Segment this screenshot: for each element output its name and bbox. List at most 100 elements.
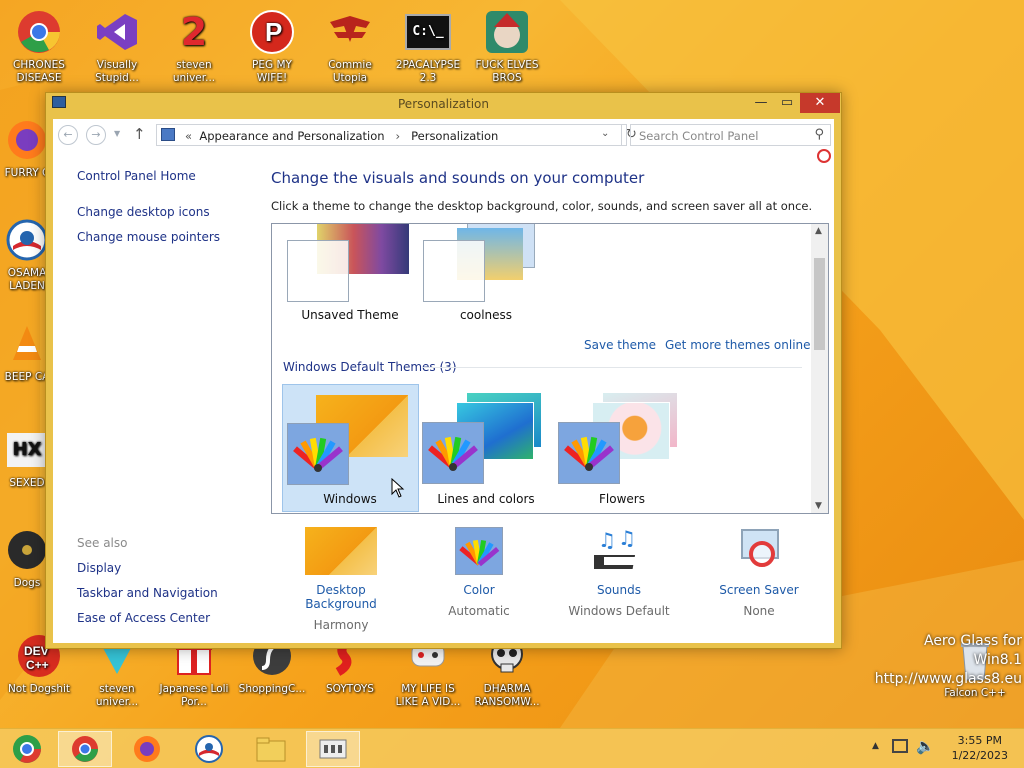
change-desktop-icons-link[interactable]: Change desktop icons — [77, 205, 210, 219]
start-button[interactable] — [0, 731, 54, 767]
theme-color-swatch — [558, 422, 620, 484]
theme-list-scrollbar[interactable]: ▲ ▼ — [811, 224, 828, 513]
window-title: Personalization — [398, 97, 489, 111]
address-control-panel-icon — [161, 128, 175, 141]
back-arrow-icon[interactable]: ← — [58, 125, 78, 145]
taskbar-navigation-link[interactable]: Taskbar and Navigation — [77, 586, 218, 600]
firefox-icon — [3, 116, 51, 164]
title-bar[interactable]: Personalization — ▭ ✕ — [46, 93, 841, 115]
sounds-setting[interactable]: ♫ ♫ Sounds Windows Default — [559, 526, 679, 618]
change-mouse-pointers-link[interactable]: Change mouse pointers — [77, 230, 220, 244]
taskbar-chrome[interactable] — [58, 731, 112, 767]
system-clock[interactable]: 3:55 PM 1/22/2023 — [952, 733, 1008, 763]
color-fan-icon — [293, 437, 343, 472]
desktop-background-setting[interactable]: Desktop Background Harmony — [281, 527, 401, 632]
folder-icon — [256, 737, 286, 762]
forward-arrow-icon[interactable]: → — [86, 125, 106, 145]
minimize-button[interactable]: — — [748, 93, 774, 113]
chevron-down-icon[interactable]: ⌄ — [601, 128, 609, 139]
search-icon[interactable]: ⚲ — [814, 127, 824, 142]
theme-name-flowers[interactable]: Flowers — [554, 492, 690, 506]
color-swatch-icon — [455, 527, 503, 575]
svg-text:C++: C++ — [26, 658, 49, 672]
cmd-icon: C:\_ — [404, 8, 452, 56]
breadcrumb-separator: › — [395, 129, 401, 143]
taskbar-control-panel[interactable] — [306, 731, 360, 767]
mouse-cursor-icon — [391, 478, 405, 498]
desktop-icon-visual-studio[interactable]: Visually Stupid... — [82, 8, 152, 85]
theme-color-swatch — [287, 240, 349, 302]
see-also-heading: See also — [77, 536, 128, 550]
aero-glass-watermark: Aero Glass for Win8.1 http://www.glass8.… — [874, 633, 1022, 687]
svg-text:♫: ♫ — [618, 527, 636, 550]
network-icon[interactable] — [892, 739, 908, 753]
address-overflow[interactable]: « — [185, 129, 192, 143]
svg-text:♫: ♫ — [598, 528, 616, 552]
scroll-up-icon[interactable]: ▲ — [815, 226, 822, 236]
visual-studio-icon — [93, 8, 141, 56]
display-link[interactable]: Display — [77, 561, 121, 575]
screen-saver-setting[interactable]: Screen Saver None — [699, 527, 819, 618]
address-bar[interactable]: « Appearance and Personalization › Perso… — [156, 124, 637, 146]
scroll-down-icon[interactable]: ▼ — [815, 501, 822, 511]
hex-icon: HX — [3, 426, 51, 474]
taskbar: ▲ 🔈 3:55 PM 1/22/2023 — [0, 728, 1024, 768]
taskbar-file-explorer[interactable] — [244, 731, 298, 767]
theme-unsaved[interactable] — [287, 224, 424, 314]
desktop-icon-chrome[interactable]: CHRONES DISEASE — [4, 8, 74, 85]
maximize-button[interactable]: ▭ — [774, 93, 800, 113]
obama-icon — [195, 735, 223, 763]
desktop-icon-elves[interactable]: FUCK ELVES BROS — [472, 8, 542, 85]
breadcrumb-appearance[interactable]: Appearance and Personalization — [199, 129, 384, 143]
theme-coolness[interactable] — [423, 224, 560, 314]
vlc-icon — [3, 320, 51, 368]
taskbar-obama[interactable] — [182, 731, 236, 767]
up-arrow-icon[interactable]: ↑ — [133, 125, 146, 143]
save-theme-link[interactable]: Save theme — [584, 338, 656, 352]
recent-dropdown-icon[interactable]: ▼ — [114, 129, 120, 138]
theme-color-swatch — [423, 240, 485, 302]
section-divider — [422, 367, 802, 368]
page-subheading: Click a theme to change the desktop back… — [271, 199, 813, 213]
cd-icon — [3, 526, 51, 574]
taskbar-firefox[interactable] — [120, 731, 174, 767]
obama-icon — [3, 216, 51, 264]
sounds-icon: ♫ ♫ — [590, 526, 644, 575]
desktop-background-icon — [305, 527, 377, 575]
color-fan-icon — [564, 436, 614, 471]
control-panel-home-link[interactable]: Control Panel Home — [77, 169, 196, 183]
desktop-icon-commie[interactable]: Commie Utopia — [315, 8, 385, 85]
desktop-icon-steven-universe[interactable]: 2 steven univer... — [159, 8, 229, 85]
main-content: Change the visuals and sounds on your co… — [271, 155, 831, 643]
left-pane: Control Panel Home Change desktop icons … — [53, 155, 268, 643]
commie-icon — [326, 8, 374, 56]
theme-name-unsaved[interactable]: Unsaved Theme — [282, 308, 418, 322]
theme-name-coolness[interactable]: coolness — [418, 308, 554, 322]
chrome-icon — [15, 8, 63, 56]
svg-text:P: P — [265, 17, 282, 47]
color-setting[interactable]: Color Automatic — [419, 527, 539, 618]
tray-overflow-icon[interactable]: ▲ — [872, 741, 879, 751]
search-input[interactable]: Search Control Panel ⚲ — [630, 124, 831, 146]
volume-icon[interactable]: 🔈 — [916, 737, 935, 755]
theme-color-swatch — [422, 422, 484, 484]
peg-icon: P — [248, 8, 296, 56]
close-button[interactable]: ✕ — [800, 93, 840, 113]
color-fan-icon — [428, 436, 478, 471]
breadcrumb-personalization[interactable]: Personalization — [411, 129, 498, 143]
steven-universe-icon: 2 — [180, 9, 208, 54]
firefox-icon — [134, 736, 160, 762]
scroll-thumb[interactable] — [814, 258, 825, 350]
personalization-window: Personalization — ▭ ✕ ← → ▼ ↑ « Appearan… — [45, 92, 842, 649]
theme-list[interactable]: Unsaved Theme coolness Save theme Get mo… — [271, 223, 829, 514]
theme-name-lines-and-colors[interactable]: Lines and colors — [418, 492, 554, 506]
screen-saver-icon — [735, 527, 783, 575]
get-more-themes-link[interactable]: Get more themes online — [665, 338, 811, 352]
ease-of-access-link[interactable]: Ease of Access Center — [77, 611, 210, 625]
desktop-icon-peg[interactable]: P PEG MY WIFE! — [237, 8, 307, 85]
theme-color-swatch — [287, 423, 349, 485]
window-client: ← → ▼ ↑ « Appearance and Personalization… — [53, 119, 834, 643]
page-heading: Change the visuals and sounds on your co… — [271, 169, 645, 187]
control-panel-icon — [319, 739, 347, 759]
desktop-icon-cmd[interactable]: C:\_ 2PACALYPSE 2.3 — [393, 8, 463, 85]
